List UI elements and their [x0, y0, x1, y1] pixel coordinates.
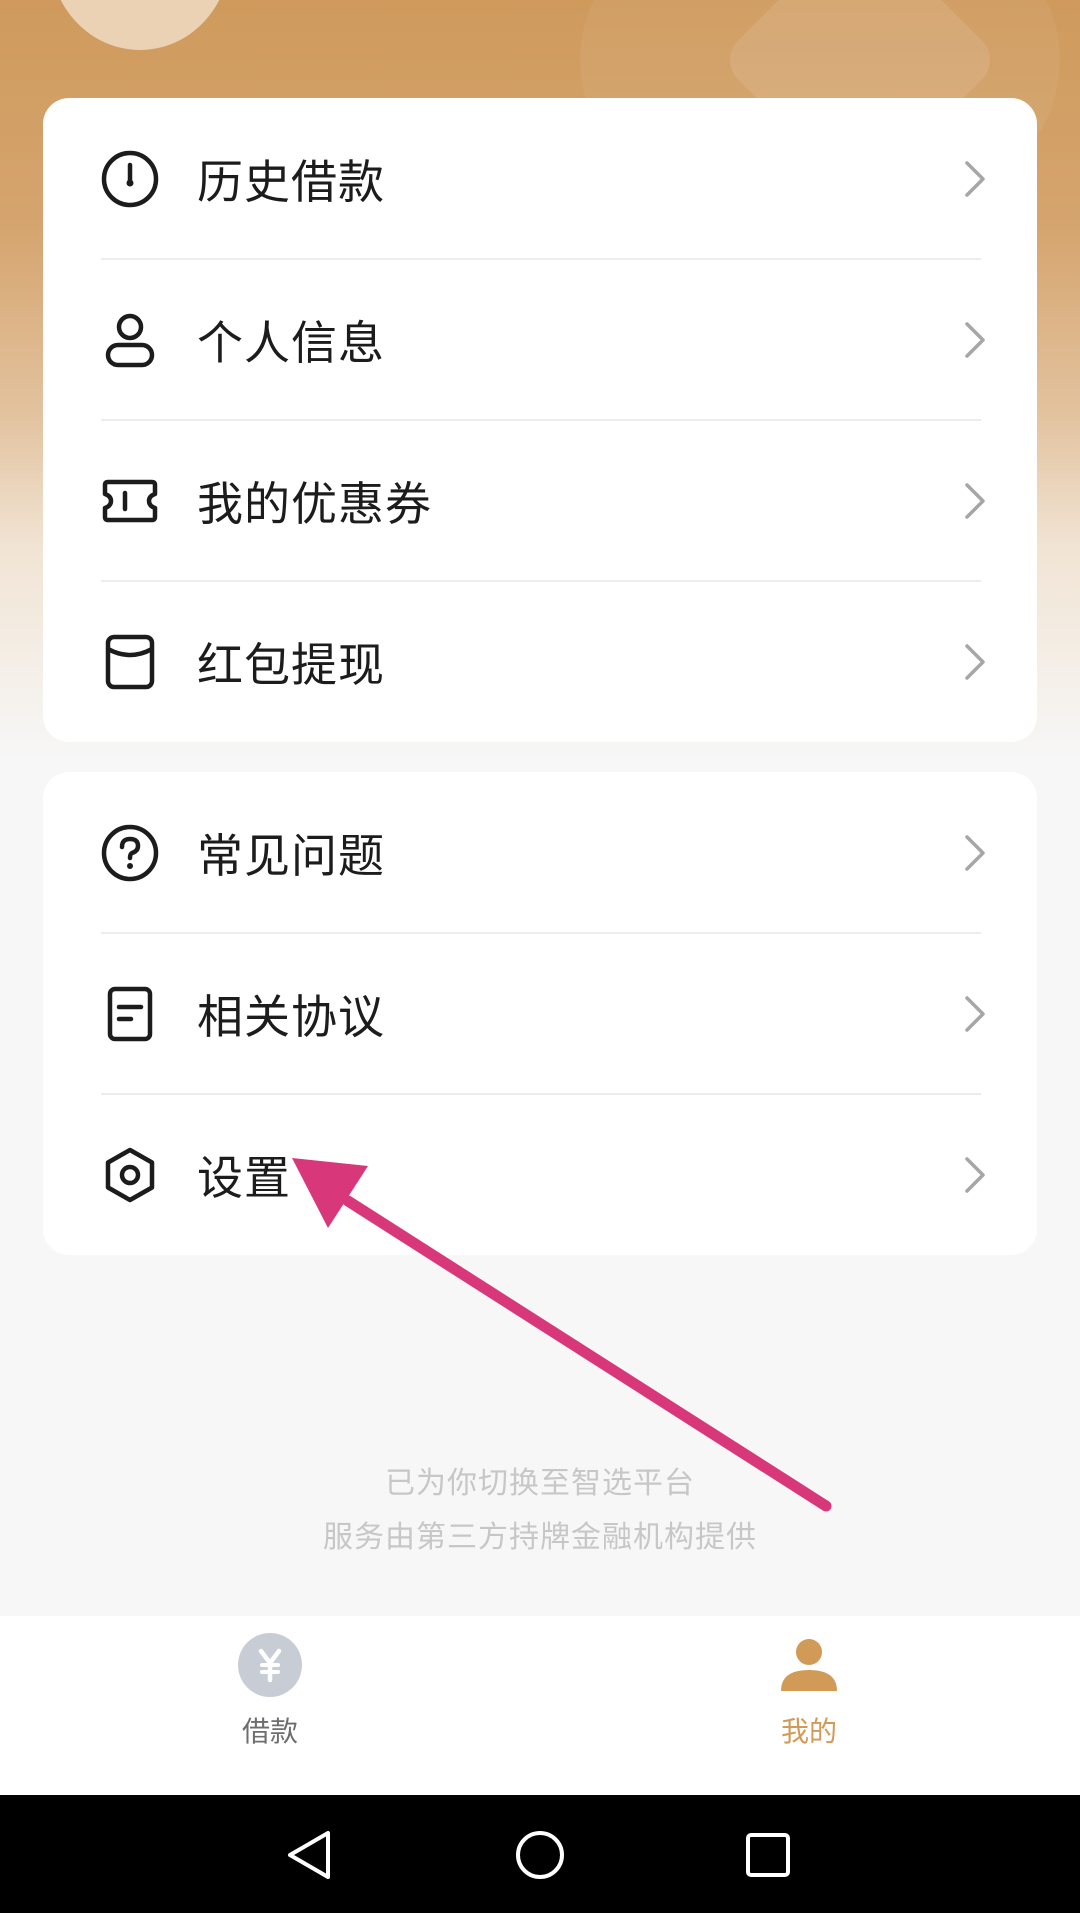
menu-item-label: 相关协议 — [197, 989, 385, 1044]
menu-item-coupons[interactable]: 我的优惠券 — [43, 420, 1037, 581]
tab-loan[interactable]: 借款 — [170, 1616, 370, 1795]
menu-item-agreements[interactable]: 相关协议 — [43, 933, 1037, 1094]
menu-card-primary: 历史借款 个人信息 我的优惠券 红包提现 — [43, 98, 1037, 742]
menu-card-secondary: 常见问题 相关协议 设置 — [43, 772, 1037, 1255]
menu-item-loan-history[interactable]: 历史借款 — [43, 98, 1037, 259]
menu-item-personal-info[interactable]: 个人信息 — [43, 259, 1037, 420]
bottom-tab-bar: 借款 我的 — [0, 1616, 1080, 1795]
chevron-right-icon — [961, 479, 989, 523]
provider-notice: 服务由第三方持牌金融机构提供 — [323, 1520, 757, 1555]
red-envelope-icon — [99, 631, 161, 693]
chevron-right-icon — [961, 318, 989, 362]
menu-item-label: 常见问题 — [197, 828, 385, 883]
yen-icon — [238, 1633, 302, 1697]
avatar[interactable] — [50, 0, 230, 50]
user-icon — [777, 1633, 841, 1697]
chevron-right-icon — [961, 992, 989, 1036]
menu-item-faq[interactable]: 常见问题 — [43, 772, 1037, 933]
chevron-right-icon — [961, 1153, 989, 1197]
home-icon[interactable] — [510, 1825, 570, 1885]
platform-notice: 已为你切换至智选平台 — [385, 1466, 695, 1501]
recents-icon[interactable] — [738, 1825, 798, 1885]
tab-label: 借款 — [241, 1715, 298, 1748]
coupon-icon — [99, 470, 161, 532]
settings-icon — [99, 1144, 161, 1206]
menu-item-label: 历史借款 — [197, 154, 385, 209]
menu-item-label: 设置 — [197, 1150, 291, 1205]
tab-mine[interactable]: 我的 — [709, 1616, 909, 1795]
clock-icon — [99, 148, 161, 210]
tab-label: 我的 — [780, 1715, 837, 1748]
back-icon[interactable] — [280, 1825, 340, 1885]
question-icon — [99, 822, 161, 884]
menu-item-label: 红包提现 — [197, 637, 385, 692]
menu-item-settings[interactable]: 设置 — [43, 1094, 1037, 1255]
menu-item-label: 我的优惠券 — [197, 476, 432, 531]
person-icon — [99, 309, 161, 371]
menu-item-label: 个人信息 — [197, 315, 385, 370]
menu-item-red-envelope-withdraw[interactable]: 红包提现 — [43, 581, 1037, 742]
document-icon — [99, 983, 161, 1045]
system-navigation-bar — [0, 1795, 1080, 1913]
chevron-right-icon — [961, 831, 989, 875]
chevron-right-icon — [961, 640, 989, 684]
chevron-right-icon — [961, 157, 989, 201]
